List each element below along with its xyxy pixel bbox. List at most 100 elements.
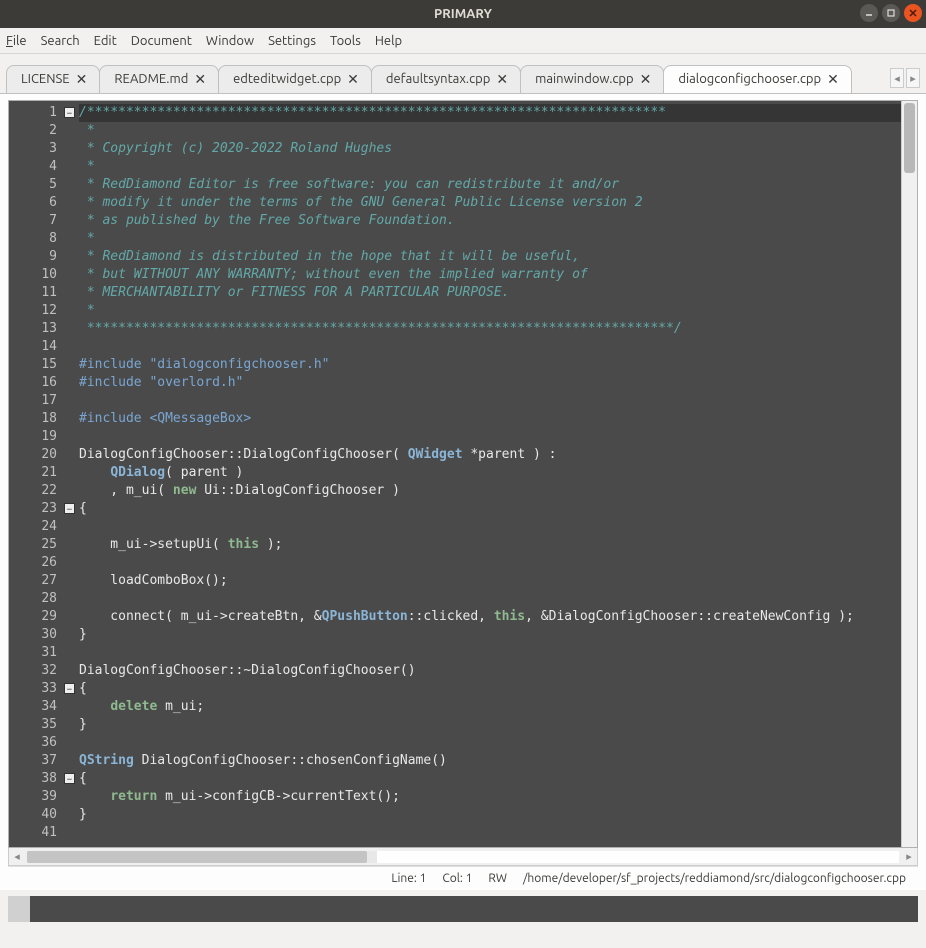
maximize-button[interactable] bbox=[882, 4, 900, 22]
tab-license[interactable]: LICENSE ✕ bbox=[6, 65, 100, 93]
line-number-gutter: 1 2 3 4 5 6 7 8 9 10 11 12 13 14 15 16 1… bbox=[9, 101, 63, 847]
tab-label: defaultsyntax.cpp bbox=[386, 72, 490, 86]
hscroll-right-icon[interactable]: ▸ bbox=[901, 850, 917, 863]
hscroll-track-right bbox=[377, 851, 899, 863]
tab-label: dialogconfigchooser.cpp bbox=[678, 72, 821, 86]
command-bar bbox=[8, 896, 918, 922]
code-line: * bbox=[79, 122, 901, 140]
tab-defaultsyntax-cpp[interactable]: defaultsyntax.cpp ✕ bbox=[371, 65, 521, 93]
code-line: { bbox=[79, 770, 901, 788]
code-line: * bbox=[79, 302, 901, 320]
hscroll-left-icon[interactable]: ◂ bbox=[9, 850, 25, 863]
code-line: QString DialogConfigChooser::chosenConfi… bbox=[79, 752, 901, 770]
close-icon[interactable]: ✕ bbox=[194, 72, 206, 86]
code-line bbox=[79, 734, 901, 752]
close-icon[interactable]: ✕ bbox=[827, 72, 839, 86]
command-prompt-icon bbox=[8, 896, 30, 922]
code-line: QDialog( parent ) bbox=[79, 464, 901, 482]
code-line bbox=[79, 824, 901, 842]
vertical-scroll-thumb[interactable] bbox=[904, 103, 915, 173]
menu-search[interactable]: Search bbox=[41, 34, 80, 48]
status-mode: RW bbox=[488, 872, 507, 885]
code-line: return m_ui->configCB->currentText(); bbox=[79, 788, 901, 806]
tab-bar: LICENSE✕README.md✕edteditwidget.cpp✕defa… bbox=[0, 54, 926, 94]
fold-column: − − − − bbox=[63, 101, 77, 847]
code-line: ****************************************… bbox=[79, 320, 901, 338]
status-path: /home/developer/sf_projects/reddiamond/s… bbox=[523, 872, 906, 885]
tab-scroll-left[interactable]: ◂ bbox=[890, 68, 904, 88]
code-line: * bbox=[79, 158, 901, 176]
fold-marker-icon[interactable]: − bbox=[64, 683, 75, 694]
code-frame: 1 2 3 4 5 6 7 8 9 10 11 12 13 14 15 16 1… bbox=[8, 100, 918, 848]
code-line bbox=[79, 428, 901, 446]
code-line: } bbox=[79, 626, 901, 644]
fold-marker-icon[interactable]: − bbox=[64, 107, 75, 118]
menu-help[interactable]: Help bbox=[375, 34, 402, 48]
tabs-container: LICENSE✕README.md✕edteditwidget.cpp✕defa… bbox=[6, 65, 890, 93]
tab-edteditwidget-cpp[interactable]: edteditwidget.cpp ✕ bbox=[218, 65, 372, 93]
code-line bbox=[79, 590, 901, 608]
fold-marker-icon[interactable]: − bbox=[64, 503, 75, 514]
code-line: * but WITHOUT ANY WARRANTY; without even… bbox=[79, 266, 901, 284]
code-line: { bbox=[79, 500, 901, 518]
code-editor[interactable]: /***************************************… bbox=[77, 101, 901, 847]
close-icon[interactable]: ✕ bbox=[76, 72, 88, 86]
code-line bbox=[79, 518, 901, 536]
code-line: #include "dialogconfigchooser.h" bbox=[79, 356, 901, 374]
code-line: * RedDiamond is distributed in the hope … bbox=[79, 248, 901, 266]
tab-label: mainwindow.cpp bbox=[535, 72, 634, 86]
code-line: m_ui->setupUi( this ); bbox=[79, 536, 901, 554]
fold-marker-icon[interactable]: − bbox=[64, 773, 75, 784]
menu-edit[interactable]: Edit bbox=[94, 34, 117, 48]
code-line: } bbox=[79, 716, 901, 734]
code-line: } bbox=[79, 806, 901, 824]
code-line: { bbox=[79, 680, 901, 698]
vertical-scrollbar[interactable] bbox=[901, 101, 917, 847]
code-line: #include "overlord.h" bbox=[79, 374, 901, 392]
window-controls bbox=[860, 4, 922, 22]
code-line: DialogConfigChooser::DialogConfigChooser… bbox=[79, 446, 901, 464]
code-line: DialogConfigChooser::~DialogConfigChoose… bbox=[79, 662, 901, 680]
code-line bbox=[79, 554, 901, 572]
command-input[interactable] bbox=[30, 896, 918, 922]
code-line bbox=[79, 392, 901, 410]
tab-nav: ◂ ▸ bbox=[890, 68, 920, 93]
menu-settings[interactable]: Settings bbox=[268, 34, 316, 48]
tab-dialogconfigchooser-cpp[interactable]: dialogconfigchooser.cpp ✕ bbox=[663, 65, 852, 93]
code-line bbox=[79, 338, 901, 356]
code-line: loadComboBox(); bbox=[79, 572, 901, 590]
close-icon[interactable]: ✕ bbox=[640, 72, 652, 86]
tab-label: edteditwidget.cpp bbox=[233, 72, 341, 86]
code-line: * MERCHANTABILITY or FITNESS FOR A PARTI… bbox=[79, 284, 901, 302]
close-icon[interactable]: ✕ bbox=[347, 72, 359, 86]
code-line: * RedDiamond Editor is free software: yo… bbox=[79, 176, 901, 194]
window-title: PRIMARY bbox=[434, 7, 492, 21]
code-line: #include <QMessageBox> bbox=[79, 410, 901, 428]
close-icon[interactable]: ✕ bbox=[496, 72, 508, 86]
horizontal-scrollbar[interactable]: ◂ ▸ bbox=[8, 848, 918, 866]
status-col: Col: 1 bbox=[442, 872, 472, 885]
tab-label: README.md bbox=[114, 72, 188, 86]
code-line: * bbox=[79, 230, 901, 248]
code-line: connect( m_ui->createBtn, &QPushButton::… bbox=[79, 608, 901, 626]
code-line: * Copyright (c) 2020-2022 Roland Hughes bbox=[79, 140, 901, 158]
hscroll-track[interactable] bbox=[27, 851, 899, 863]
tab-readme-md[interactable]: README.md ✕ bbox=[99, 65, 219, 93]
menu-window[interactable]: Window bbox=[206, 34, 254, 48]
code-line: delete m_ui; bbox=[79, 698, 901, 716]
menu-tools[interactable]: Tools bbox=[330, 34, 361, 48]
code-line: * modify it under the terms of the GNU G… bbox=[79, 194, 901, 212]
status-line: Line: 1 bbox=[391, 872, 426, 885]
code-line bbox=[79, 644, 901, 662]
close-button[interactable] bbox=[904, 4, 922, 22]
title-bar: PRIMARY bbox=[0, 0, 926, 28]
menu-document[interactable]: Document bbox=[131, 34, 192, 48]
tab-mainwindow-cpp[interactable]: mainwindow.cpp ✕ bbox=[520, 65, 664, 93]
minimize-button[interactable] bbox=[860, 4, 878, 22]
menu-file[interactable]: File bbox=[6, 34, 27, 48]
tab-scroll-right[interactable]: ▸ bbox=[906, 68, 920, 88]
hscroll-thumb[interactable] bbox=[27, 851, 367, 863]
status-bar: Line: 1 Col: 1 RW /home/developer/sf_pro… bbox=[8, 866, 918, 890]
tab-label: LICENSE bbox=[21, 72, 70, 86]
code-line: , m_ui( new Ui::DialogConfigChooser ) bbox=[79, 482, 901, 500]
